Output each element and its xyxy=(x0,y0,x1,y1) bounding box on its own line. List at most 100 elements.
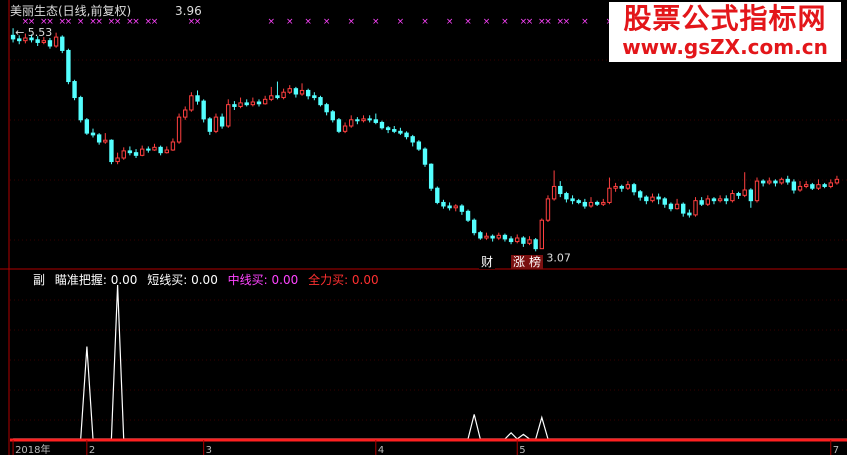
candle-body xyxy=(681,203,686,214)
candle-body xyxy=(72,81,77,99)
candle-body xyxy=(705,198,711,205)
candle-body xyxy=(84,119,90,134)
candle-body xyxy=(816,184,821,189)
candle-body xyxy=(742,189,747,196)
watermark-logo: 股票公式指标网 www.gsZX.com.cn xyxy=(609,2,841,62)
candle-body xyxy=(410,136,415,143)
candle-body xyxy=(342,125,348,132)
candle-body xyxy=(539,219,545,250)
signal-marker: × xyxy=(286,17,294,27)
x-tick-label: 3 xyxy=(206,445,212,455)
candle-body xyxy=(226,104,231,127)
x-axis: 2018年 2 3 4 5 7 xyxy=(12,440,839,455)
price-annotations: ← 5.53← 3.07 xyxy=(15,26,571,264)
signal-marker: × xyxy=(347,17,355,27)
candle-body xyxy=(662,198,667,205)
candle-body xyxy=(139,148,145,156)
candle-body xyxy=(305,89,311,97)
candle-body xyxy=(250,101,256,106)
candle-body xyxy=(287,88,292,93)
candle-body xyxy=(109,139,114,163)
candle-body xyxy=(219,116,225,127)
indicator-item-full: 全力买: 0.00 xyxy=(308,273,379,287)
candle-body xyxy=(465,210,471,221)
candle-body xyxy=(78,97,83,121)
candle-body xyxy=(607,187,612,203)
candle-body xyxy=(613,185,618,189)
candle-body xyxy=(127,150,133,154)
candle-body xyxy=(96,134,102,143)
candle-body xyxy=(637,191,643,198)
candle-body xyxy=(238,102,243,107)
candle-body xyxy=(791,181,797,191)
finance-badge: 财 xyxy=(479,255,496,269)
candle-body xyxy=(631,184,637,193)
candle-body xyxy=(564,193,569,200)
candle-body xyxy=(724,198,729,202)
candle-body xyxy=(428,163,434,189)
candle-body xyxy=(693,200,698,216)
chart-title: 美丽生态(日线,前复权) xyxy=(10,4,132,18)
x-tick-label: 7 xyxy=(833,445,839,455)
candle-body xyxy=(195,95,200,102)
signal-marker: × xyxy=(372,17,380,27)
signal-marker: × xyxy=(464,17,472,27)
candle-body xyxy=(422,148,428,165)
candle-body xyxy=(330,111,335,121)
candle-body xyxy=(201,100,206,120)
indicator-item-mid: 中线买: 0.00 xyxy=(227,273,299,287)
candle-body xyxy=(822,184,827,187)
signal-marker: × xyxy=(544,17,552,27)
indicator-header: 副 瞄准把握: 0.00 短线买: 0.00 中线买: 0.00 全力买: 0.… xyxy=(33,271,385,288)
candle-body xyxy=(133,152,139,156)
candle-body xyxy=(736,193,741,196)
signal-marker: × xyxy=(526,17,534,27)
candle-body xyxy=(674,203,680,210)
signal-marker: × xyxy=(397,17,405,27)
candle-body xyxy=(336,119,342,132)
candle-body xyxy=(41,40,47,43)
candle-body xyxy=(392,129,397,132)
candle-body xyxy=(398,130,403,134)
x-tick-label: 5 xyxy=(519,445,525,455)
stock-chart: ×××××××××××××××××××××××××××××××××××××× ←… xyxy=(0,0,847,455)
candle-body xyxy=(170,141,176,151)
candle-body xyxy=(373,119,379,123)
candle-body xyxy=(601,201,606,205)
candle-body xyxy=(588,201,594,207)
candle-body xyxy=(318,97,323,106)
candle-body xyxy=(47,40,53,47)
ranking-badge: 榜 xyxy=(527,255,544,269)
watermark-url: www.gsZX.com.cn xyxy=(622,35,828,59)
candle-body xyxy=(478,232,483,239)
candle-body xyxy=(582,201,588,207)
candle-body xyxy=(404,132,409,138)
candle-body xyxy=(594,201,600,205)
candle-body xyxy=(262,98,268,105)
signal-marker: × xyxy=(268,17,276,27)
signal-marker: × xyxy=(323,17,331,27)
candle-body xyxy=(687,212,692,216)
chart-header: 美丽生态(日线,前复权) 3.96 xyxy=(10,2,202,19)
candle-body xyxy=(785,178,790,183)
candle-body xyxy=(717,198,723,202)
indicator-item-aim: 瞄准把握: 0.00 xyxy=(54,273,138,287)
candle-body xyxy=(90,132,96,136)
candle-body xyxy=(828,182,833,187)
indicator-item-short: 短线买: 0.00 xyxy=(147,273,218,287)
candle-body xyxy=(115,157,120,163)
candle-body xyxy=(349,119,354,127)
candle-body xyxy=(545,198,551,221)
candle-body xyxy=(441,201,446,207)
candle-body xyxy=(471,219,477,234)
candle-body xyxy=(367,118,372,121)
candle-body xyxy=(834,178,840,184)
candle-body xyxy=(576,200,581,203)
candle-body xyxy=(748,189,754,202)
candle-body xyxy=(435,187,440,203)
candle-body xyxy=(711,198,717,202)
candle-body xyxy=(625,184,631,189)
signal-marker: × xyxy=(304,17,312,27)
candle-body xyxy=(66,49,71,83)
candle-body xyxy=(183,109,188,118)
